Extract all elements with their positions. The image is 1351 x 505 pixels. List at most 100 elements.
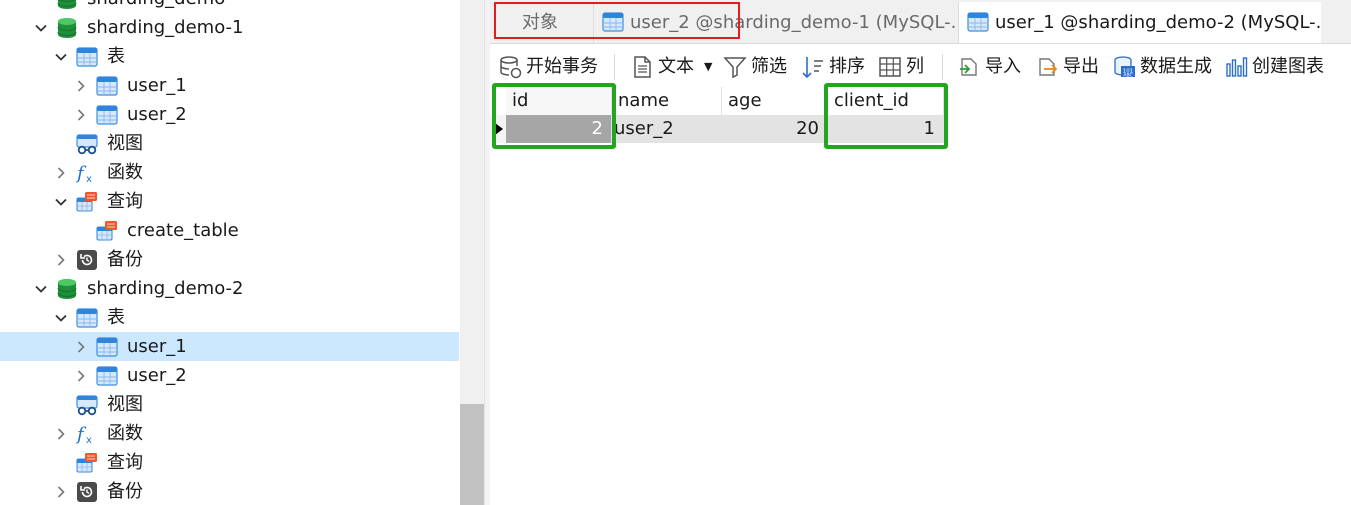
column-header-id[interactable]: id xyxy=(506,87,612,115)
data-grid[interactable]: id name age client_id 2 user_2 20 1 xyxy=(490,86,1351,505)
sidebar-item-sharding-demo-2[interactable]: sharding_demo-2 xyxy=(0,274,459,303)
data-generation-label: 数据生成 xyxy=(1140,56,1212,77)
sidebar-item-backup[interactable]: 备份 xyxy=(0,477,459,505)
sidebar-item-user-1[interactable]: user_1 xyxy=(0,332,459,361)
svg-text:ABC: ABC xyxy=(1123,73,1132,79)
tab-objects[interactable]: 对象 xyxy=(490,2,592,43)
chevron-right-icon[interactable] xyxy=(53,158,69,187)
backup-icon xyxy=(76,249,98,271)
begin-transaction-label: 开始事务 xyxy=(526,56,598,77)
sidebar-item-user-1[interactable]: user_1 xyxy=(0,71,459,100)
sidebar-item-user-2[interactable]: user_2 xyxy=(0,100,459,129)
function-icon: fx xyxy=(76,423,98,445)
tab-label: 对象 xyxy=(522,12,558,33)
import-label: 导入 xyxy=(985,56,1021,77)
sort-icon xyxy=(801,55,825,79)
chevron-down-icon[interactable] xyxy=(53,187,69,216)
sidebar-item-label: sharding_demo xyxy=(87,0,225,13)
sidebar-item-backup[interactable]: 备份 xyxy=(0,245,459,274)
sidebar-item-function[interactable]: f x 函数 xyxy=(0,158,459,187)
table-icon xyxy=(967,11,989,33)
sidebar-item-label: sharding_demo-2 xyxy=(87,278,244,299)
chevron-down-icon[interactable] xyxy=(33,274,49,303)
sidebar-item-sharding-demo[interactable]: sharding_demo xyxy=(0,0,459,13)
navigator-tree[interactable]: sharding_demosharding_demo-1表user_1user_… xyxy=(0,0,460,505)
table-icon xyxy=(96,336,118,358)
sidebar-item-function[interactable]: f x 函数 xyxy=(0,419,459,448)
tab-label: user_2 @sharding_demo-1 (MySQL-... xyxy=(630,12,958,33)
chevron-down-icon[interactable] xyxy=(53,303,69,332)
chevron-right-icon[interactable] xyxy=(53,477,69,505)
chart-icon xyxy=(1224,55,1248,79)
sidebar-item-label: 备份 xyxy=(107,249,143,270)
database-icon xyxy=(56,278,78,300)
sidebar-item-label: 表 xyxy=(107,307,125,328)
sidebar-item-label: 查询 xyxy=(107,452,143,473)
create-chart-label: 创建图表 xyxy=(1252,56,1324,77)
query-icon xyxy=(76,452,98,474)
sidebar-scrollbar-thumb[interactable] xyxy=(460,404,484,505)
sidebar-item-label: 视图 xyxy=(107,133,143,154)
cell-id[interactable]: 2 xyxy=(506,115,612,143)
grid-toolbar: 开始事务 文本 ▼ 筛选 排序 列 导入 导出 101 ABC 数据生成 创建图… xyxy=(490,44,1351,88)
database-icon xyxy=(56,0,78,10)
sidebar-item-query[interactable]: 查询 xyxy=(0,187,459,216)
sidebar-item-sharding-demo-1[interactable]: sharding_demo-1 xyxy=(0,13,459,42)
view-icon xyxy=(76,133,98,155)
export-label: 导出 xyxy=(1063,56,1099,77)
columns-grid-icon xyxy=(878,55,902,79)
table-icon xyxy=(602,11,624,33)
sidebar-item-label: create_table xyxy=(127,220,239,241)
database-stack-icon xyxy=(498,55,522,79)
chevron-down-icon[interactable] xyxy=(53,42,69,71)
chevron-right-icon[interactable] xyxy=(73,361,89,390)
sidebar-item-label: 函数 xyxy=(107,162,143,183)
sidebar-item-label: user_1 xyxy=(127,75,187,96)
cell-age[interactable]: 20 xyxy=(722,115,828,143)
document-icon xyxy=(630,55,654,79)
sidebar-item-tables-folder[interactable]: 表 xyxy=(0,42,459,71)
tab-label: user_1 @sharding_demo-2 (MySQL-... xyxy=(995,12,1321,33)
svg-text:x: x xyxy=(86,174,92,184)
columns-label: 列 xyxy=(906,56,924,77)
sidebar-item-label: 备份 xyxy=(107,481,143,502)
database-icon xyxy=(56,17,78,39)
text-view-label: 文本 xyxy=(658,56,694,77)
tab-user1-sharding-demo-2[interactable]: user_1 @sharding_demo-2 (MySQL-... xyxy=(958,2,1321,43)
sidebar-item-view[interactable]: 视图 xyxy=(0,390,459,419)
sidebar-item-label: user_2 xyxy=(127,104,187,125)
column-header-age[interactable]: age xyxy=(722,87,828,115)
export-icon xyxy=(1035,55,1059,79)
chevron-right-icon[interactable] xyxy=(53,419,69,448)
current-row-indicator[interactable] xyxy=(490,115,506,143)
sidebar-item-label: 函数 xyxy=(107,423,143,444)
view-icon xyxy=(76,394,98,416)
cell-name[interactable]: user_2 xyxy=(612,115,722,143)
sidebar-item-query[interactable]: 查询 xyxy=(0,448,459,477)
sidebar-item-tables-folder[interactable]: 表 xyxy=(0,303,459,332)
function-icon: fx xyxy=(76,162,98,184)
cell-client-id[interactable]: 1 xyxy=(828,115,944,143)
import-icon xyxy=(957,55,981,79)
chevron-right-icon[interactable] xyxy=(73,71,89,100)
backup-icon xyxy=(76,481,98,503)
chevron-right-icon[interactable] xyxy=(73,100,89,129)
tables-folder-icon xyxy=(76,46,98,68)
sidebar-item-view[interactable]: 视图 xyxy=(0,129,459,158)
svg-text:x: x xyxy=(86,435,92,445)
chevron-right-icon[interactable] xyxy=(73,332,89,361)
sidebar-item-user-2[interactable]: user_2 xyxy=(0,361,459,390)
chevron-down-icon[interactable] xyxy=(33,13,49,42)
query-icon xyxy=(76,191,98,213)
tab-user2-sharding-demo-1[interactable]: user_2 @sharding_demo-1 (MySQL-... xyxy=(593,2,958,43)
sidebar-item-label: 查询 xyxy=(107,191,143,212)
chevron-right-icon[interactable] xyxy=(53,245,69,274)
sidebar-item-label: sharding_demo-1 xyxy=(87,17,244,38)
chevron-down-icon: ▼ xyxy=(704,60,713,73)
sidebar-item-label: user_1 xyxy=(127,336,187,357)
sidebar-scrollbar[interactable] xyxy=(460,0,484,505)
column-header-client-id[interactable]: client_id xyxy=(828,87,944,115)
sidebar-item-create-table[interactable]: create_table xyxy=(0,216,459,245)
sidebar-item-label: user_2 xyxy=(127,365,187,386)
column-header-name[interactable]: name xyxy=(612,87,722,115)
